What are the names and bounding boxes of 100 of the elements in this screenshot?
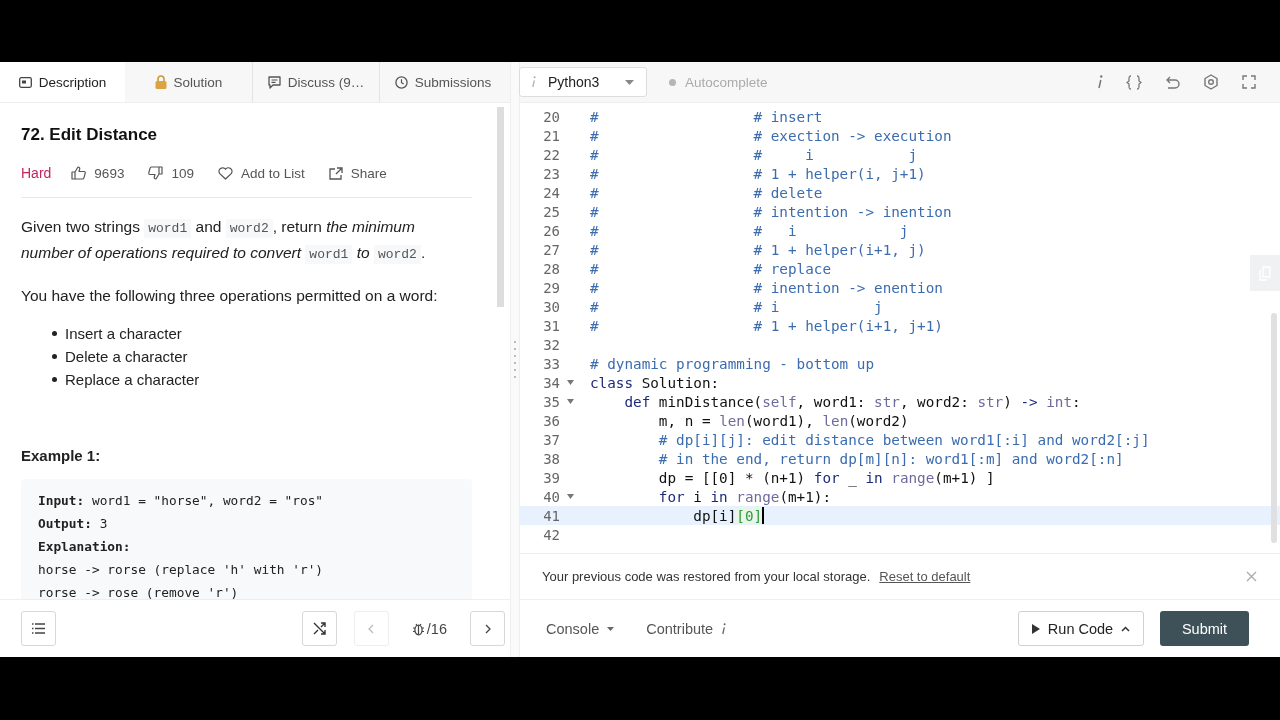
reset-link[interactable]: Reset to default	[879, 569, 971, 584]
lock-icon	[154, 75, 167, 89]
line-number: 41	[542, 507, 560, 524]
submit-button[interactable]: Submit	[1160, 611, 1249, 646]
chat-icon	[267, 75, 281, 89]
shuffle-icon	[312, 622, 326, 635]
line-number: 20	[542, 108, 560, 125]
share-button[interactable]: Share	[328, 165, 387, 181]
bullet-icon	[52, 354, 57, 359]
tab[interactable]: Discuss (9…	[252, 62, 379, 102]
code-line: dp[i][0]	[692, 507, 763, 524]
chevron-right-icon	[484, 623, 491, 634]
braces-icon[interactable]	[1126, 74, 1142, 90]
line-number: 28	[542, 260, 560, 277]
code-line: m, n = len(word1), len(word2)	[657, 412, 909, 429]
contribute-button[interactable]: Contribute	[640, 619, 733, 638]
close-icon[interactable]	[1246, 571, 1257, 582]
scrollbar[interactable]	[1271, 313, 1277, 543]
fold-arrow-icon[interactable]	[566, 494, 574, 499]
line-number: 32	[542, 336, 560, 353]
tab[interactable]: Solution	[125, 62, 252, 102]
splitter-handle[interactable]	[510, 62, 520, 657]
line-number: 29	[542, 279, 560, 296]
code-line: # # i j	[590, 298, 883, 315]
add-to-list-button[interactable]: Add to List	[217, 165, 305, 181]
line-number: 39	[542, 469, 560, 486]
shuffle-button[interactable]	[301, 611, 337, 646]
difficulty-label: Hard	[21, 165, 52, 181]
list-item: Replace a character	[65, 370, 200, 390]
document-icon	[18, 76, 32, 88]
line-number: 21	[542, 127, 560, 144]
fold-arrow-icon[interactable]	[566, 380, 574, 385]
scrollbar[interactable]	[497, 107, 504, 307]
code-line: # # exection -> execution	[590, 127, 952, 144]
line-number: 26	[542, 222, 560, 239]
bullet-icon	[52, 331, 57, 336]
code-line: # dynamic programming - bottom up	[590, 355, 875, 372]
example-line: rorse -> rose (remove 'r')	[38, 584, 240, 599]
tab[interactable]: Description	[0, 62, 125, 102]
line-number: 35	[542, 393, 560, 410]
line-number: 40	[542, 488, 560, 505]
dislike-button[interactable]: 109	[148, 165, 194, 181]
list-item: Insert a character	[65, 324, 182, 344]
code-line: # # 1 + helper(i+1, j)	[590, 241, 926, 258]
bullet-icon	[52, 377, 57, 382]
heart-icon	[217, 166, 233, 180]
example-line: Explanation:	[38, 538, 132, 556]
problem-title: 72. Edit Distance	[21, 125, 159, 145]
line-number: 38	[542, 450, 560, 467]
info-icon	[531, 76, 536, 88]
line-number: 22	[542, 146, 560, 163]
language-dropdown[interactable]: Python3	[519, 67, 647, 97]
caret-icon	[607, 626, 615, 631]
share-icon	[328, 166, 343, 180]
run-code-button[interactable]: Run Code	[1018, 611, 1144, 646]
info-icon[interactable]	[1097, 75, 1103, 89]
thumbs-up-icon	[71, 166, 87, 180]
code-line: # # intention -> inention	[590, 203, 952, 220]
line-number: 36	[542, 412, 560, 429]
fold-arrow-icon[interactable]	[566, 399, 574, 404]
notice-text: Your previous code was restored from your local storage.	[542, 569, 871, 584]
play-icon	[1031, 623, 1040, 634]
description-paragraph: You have the following three operations permitted on a word:	[21, 286, 439, 306]
caret-icon	[625, 79, 634, 85]
text-cursor	[762, 507, 764, 524]
code-line: # # 1 + helper(i, j+1)	[590, 165, 926, 182]
reset-icon[interactable]	[1165, 75, 1180, 89]
line-number: 37	[542, 431, 560, 448]
code-line: # # i j	[590, 146, 918, 163]
console-button[interactable]: Console	[540, 619, 621, 638]
code-line: for i in range(m+1):	[657, 488, 832, 505]
example-heading: Example 1:	[21, 447, 102, 464]
like-button[interactable]: 9693	[71, 165, 125, 181]
line-number: 31	[542, 317, 560, 334]
code-line: def minDistance(self, word1: str, word2: str) -> int:	[623, 393, 1081, 410]
caret-up-icon	[1121, 625, 1131, 632]
settings-icon[interactable]	[1203, 74, 1219, 90]
clock-icon	[394, 75, 408, 89]
code-line: # # 1 + helper(i+1, j+1)	[590, 317, 943, 334]
menu-icon	[32, 623, 45, 634]
code-line: # # replace	[590, 260, 831, 277]
line-number: 34	[542, 374, 560, 391]
example-line: horse -> rorse (replace 'h' with 'r')	[38, 561, 325, 579]
bug-icon	[411, 621, 425, 636]
code-line: # dp[i][j]: edit distance between word1[:i] and word2[:j]	[657, 431, 1150, 448]
tab[interactable]: Submissions	[379, 62, 506, 102]
chevron-left-icon	[368, 623, 375, 634]
code-line: # # i j	[590, 222, 909, 239]
line-number: 25	[542, 203, 560, 220]
code-line: class Solution:	[590, 374, 720, 391]
line-number: 42	[542, 526, 560, 543]
line-number: 24	[542, 184, 560, 201]
code-line: # # inention -> enention	[590, 279, 943, 296]
line-number: 23	[542, 165, 560, 182]
fullscreen-icon[interactable]	[1242, 75, 1256, 89]
code-line: dp = [[0] * (n+1) for _ in range(m+1) ]	[657, 469, 995, 486]
problem-counter: /16	[426, 620, 447, 637]
example-line: Output: 3	[38, 515, 109, 533]
info-icon	[721, 622, 727, 635]
problem-list-button[interactable]	[21, 611, 56, 646]
